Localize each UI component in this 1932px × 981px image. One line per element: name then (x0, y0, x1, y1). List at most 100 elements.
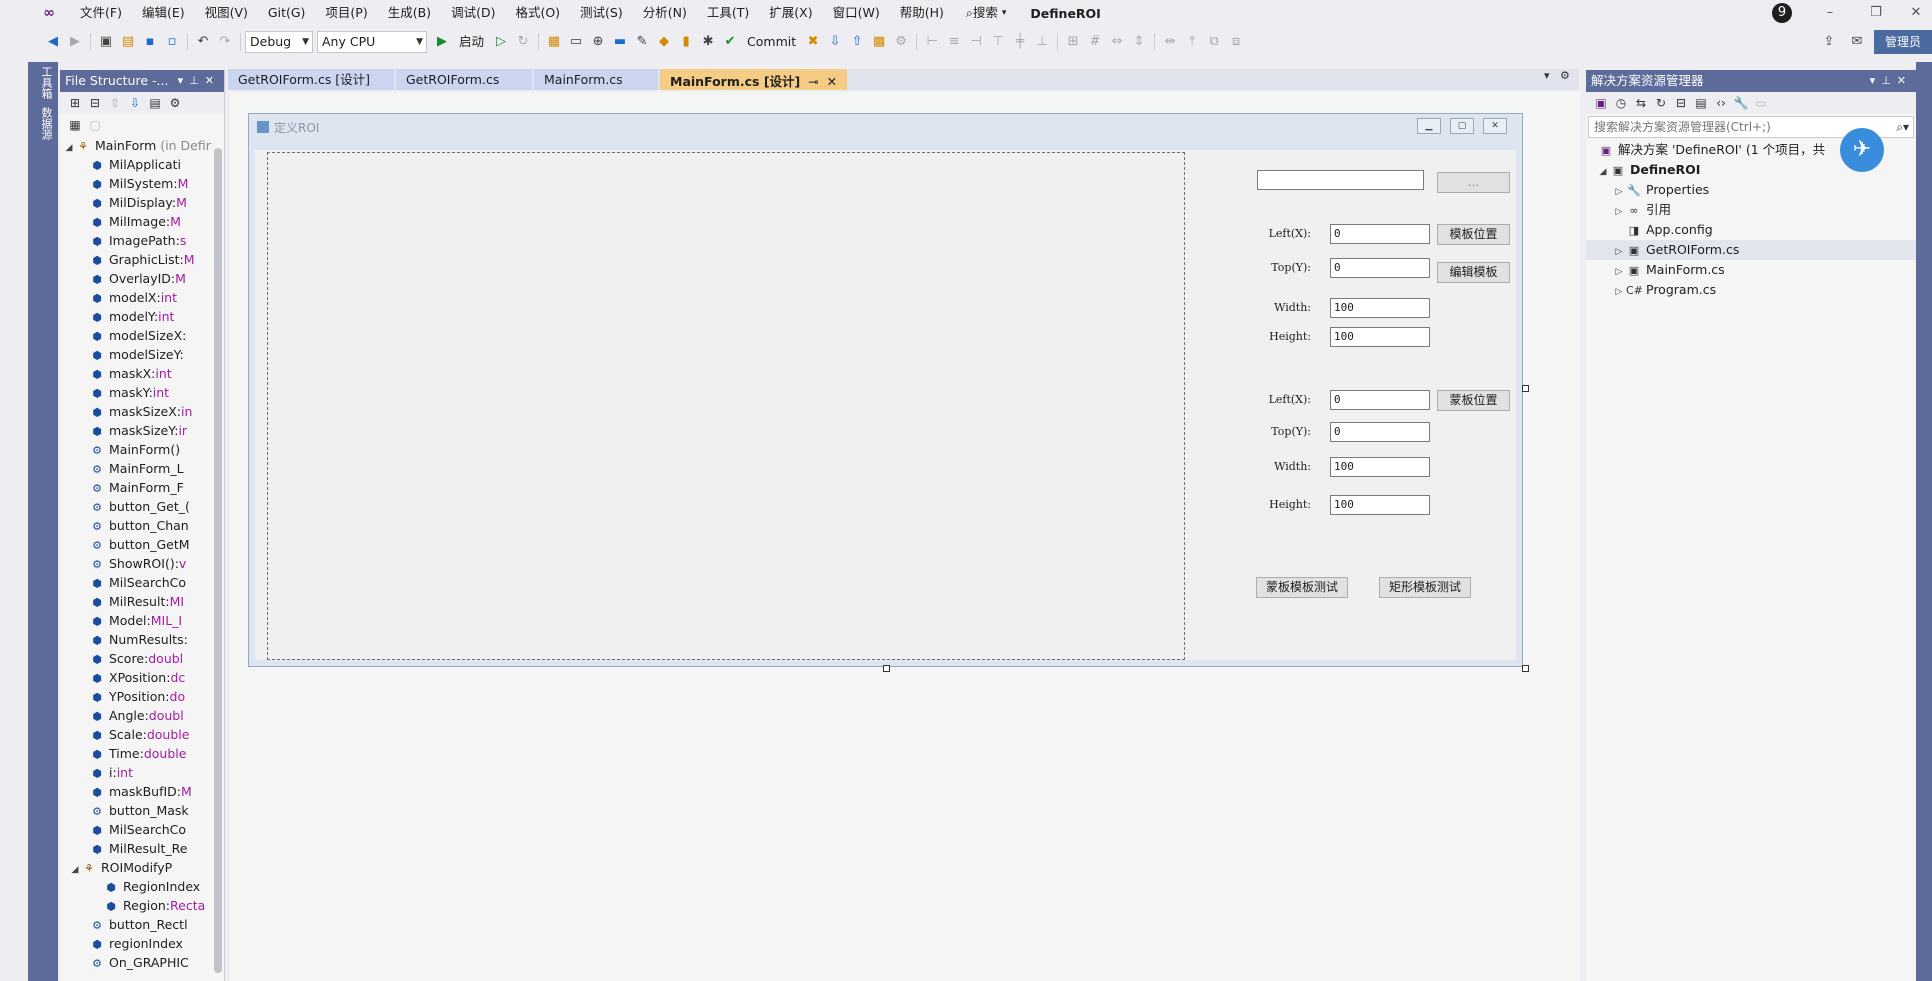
new-project-icon[interactable]: ▣ (95, 31, 117, 53)
redo-icon[interactable]: ↷ (214, 31, 236, 53)
gear-icon[interactable]: ⚙ (1560, 69, 1570, 82)
start-without-debug-icon[interactable]: ▷ (490, 31, 512, 53)
start-icon[interactable]: ▶ (431, 31, 453, 53)
form-window[interactable]: 定义ROI ▁ ▢ ✕ ... Left(X): 0 模板位置 Top(Y): … (248, 113, 1523, 667)
same-size-icon[interactable]: ⊞ (1062, 31, 1084, 53)
align-bottom-icon[interactable]: ⊥ (1031, 31, 1053, 53)
solution-item[interactable]: ▷ 🔧 Properties (1586, 180, 1916, 200)
menu-item-2[interactable]: 视图(V) (195, 2, 258, 24)
member-row[interactable]: ⬢ OverlayID:M (60, 269, 224, 288)
member-row[interactable]: ⚙ ShowROI():v (60, 554, 224, 573)
solution-item[interactable]: ▷ ▣ MainForm.cs (1586, 260, 1916, 280)
menu-item-1[interactable]: 编辑(E) (132, 2, 195, 24)
member-row[interactable]: ⬢ maskX:int (60, 364, 224, 383)
menu-item-9[interactable]: 分析(N) (633, 2, 697, 24)
pin-icon[interactable]: ⊕ (587, 31, 609, 53)
member-row[interactable]: ⬢ i:int (60, 763, 224, 782)
member-row[interactable]: ⬢ maskSizeY:ir (60, 421, 224, 440)
member-row[interactable]: ⬢ XPosition:dc (60, 668, 224, 687)
datasource-tab[interactable]: 数据源 (36, 103, 56, 144)
expand-all-icon[interactable]: ⊞ (65, 94, 85, 112)
menu-item-13[interactable]: 帮助(H) (890, 2, 954, 24)
member-row[interactable]: ⬢ ImagePath:s (60, 231, 224, 250)
member-row[interactable]: ⬢ modelY:int (60, 307, 224, 326)
path-input[interactable] (1257, 170, 1424, 190)
history-icon[interactable]: ◷ (1611, 94, 1631, 112)
member-row[interactable]: ⬢ Angle:doubl (60, 706, 224, 725)
git-stash-icon[interactable]: ✖ (802, 31, 824, 53)
grid-icon[interactable]: # (1084, 31, 1106, 53)
member-row[interactable]: ⚙ button_Get_( (60, 497, 224, 516)
chevron-right-icon[interactable]: ▷ (1612, 202, 1626, 222)
member-row[interactable]: ⬢ MilSearchCo (60, 820, 224, 839)
settings-icon[interactable]: ✱ (697, 31, 719, 53)
edit-model-button[interactable]: 编辑模板 (1437, 262, 1510, 283)
member-row[interactable]: ⚙ button_Rectl (60, 915, 224, 934)
browser-link-icon[interactable]: ▦ (543, 31, 565, 53)
toolbox-tab[interactable]: 工具箱 (36, 62, 56, 103)
member-row[interactable]: ⬢ maskBufID:M (60, 782, 224, 801)
refresh-icon[interactable]: ↻ (1651, 94, 1671, 112)
live-share-icon[interactable]: ⇪ (1818, 31, 1840, 53)
assistant-bird-icon[interactable]: ✈ (1840, 128, 1884, 172)
open-file-icon[interactable]: ▤ (117, 31, 139, 53)
chevron-right-icon[interactable]: ▷ (1612, 282, 1626, 302)
member-row[interactable]: ⬢ NumResults: (60, 630, 224, 649)
layout-icon[interactable]: ▦ (65, 116, 85, 134)
member-row[interactable]: ⚙ button_Mask (60, 801, 224, 820)
member-row[interactable]: ◢ ⚘ ROIModifyP (60, 858, 224, 877)
doc-tab-1[interactable]: GetROIForm.cs (396, 69, 532, 90)
model-top-input[interactable]: 0 (1330, 258, 1430, 278)
branch-icon[interactable]: ▩ (868, 31, 890, 53)
sync-icon[interactable]: ⇆ (1631, 94, 1651, 112)
doc-tab-0[interactable]: GetROIForm.cs [设计] (228, 69, 394, 90)
search-button[interactable]: ⌕ 搜索 ▾ (960, 2, 1013, 24)
solution-item[interactable]: ▷ C# Program.cs (1586, 280, 1916, 300)
move-down-icon[interactable]: ⇩ (125, 94, 145, 112)
scrollbar[interactable] (214, 148, 222, 973)
member-row[interactable]: ⬢ RegionIndex (60, 877, 224, 896)
member-row[interactable]: ⬢ YPosition:do (60, 687, 224, 706)
align-top-icon[interactable]: ⊤ (987, 31, 1009, 53)
spacing-icon[interactable]: ⇔ (1106, 31, 1128, 53)
member-row[interactable]: ⬢ maskSizeX:in (60, 402, 224, 421)
mask-height-input[interactable]: 100 (1330, 495, 1430, 515)
member-row[interactable]: ⬢ Scale:double (60, 725, 224, 744)
member-row[interactable]: ⬢ Model:MIL_I (60, 611, 224, 630)
menu-item-3[interactable]: Git(G) (258, 2, 316, 24)
screen-icon[interactable]: ▬ (609, 31, 631, 53)
mask-left-input[interactable]: 0 (1330, 390, 1430, 410)
align-center-icon[interactable]: ≡ (943, 31, 965, 53)
close-icon[interactable]: ✕ (1902, 3, 1930, 23)
member-row[interactable]: ⬢ maskY:int (60, 383, 224, 402)
menu-item-12[interactable]: 窗口(W) (823, 2, 890, 24)
push-icon[interactable]: ⇧ (846, 31, 868, 53)
pin-icon[interactable]: ⊥ (1881, 74, 1897, 87)
member-row[interactable]: ⬢ MilSystem:M (60, 174, 224, 193)
menu-item-7[interactable]: 格式(O) (505, 2, 570, 24)
chevron-down-icon[interactable]: ▾ (178, 74, 190, 87)
doc-tab-3[interactable]: MainForm.cs [设计] ⊸ ✕ (660, 69, 848, 90)
member-row[interactable]: ⬢ Region:Recta (60, 896, 224, 915)
form-close-icon[interactable]: ✕ (1483, 118, 1507, 134)
visual-studio-logo-icon[interactable]: ∞ (38, 5, 60, 21)
preview-icon[interactable]: ▭ (1751, 94, 1771, 112)
folder-icon[interactable]: ▮ (675, 31, 697, 53)
center-horizontal-icon[interactable]: ⇹ (1159, 31, 1181, 53)
browse-button[interactable]: ... (1437, 172, 1510, 193)
restore-icon[interactable]: ❐ (1862, 3, 1890, 23)
hot-reload-icon[interactable]: ↻ (512, 31, 534, 53)
tree-root[interactable]: ◢ ⚘ MainForm (in Defir (60, 136, 224, 155)
minimize-icon[interactable]: – (1816, 3, 1844, 23)
back-icon[interactable]: ◀ (42, 31, 64, 53)
forward-icon[interactable]: ▶ (64, 31, 86, 53)
test-mask-model-button[interactable]: 蒙板模板测试 (1256, 577, 1348, 598)
resize-handle-bottom[interactable] (883, 665, 890, 672)
form-minimize-icon[interactable]: ▁ (1417, 118, 1441, 134)
sort-icon[interactable]: ▤ (145, 94, 165, 112)
member-row[interactable]: ⬢ GraphicList:M (60, 250, 224, 269)
center-vertical-icon[interactable]: ⤒ (1181, 31, 1203, 53)
picture-box[interactable] (267, 152, 1185, 660)
member-row[interactable]: ⬢ MilResult_Re (60, 839, 224, 858)
test-rect-model-button[interactable]: 矩形模板测试 (1379, 577, 1471, 598)
